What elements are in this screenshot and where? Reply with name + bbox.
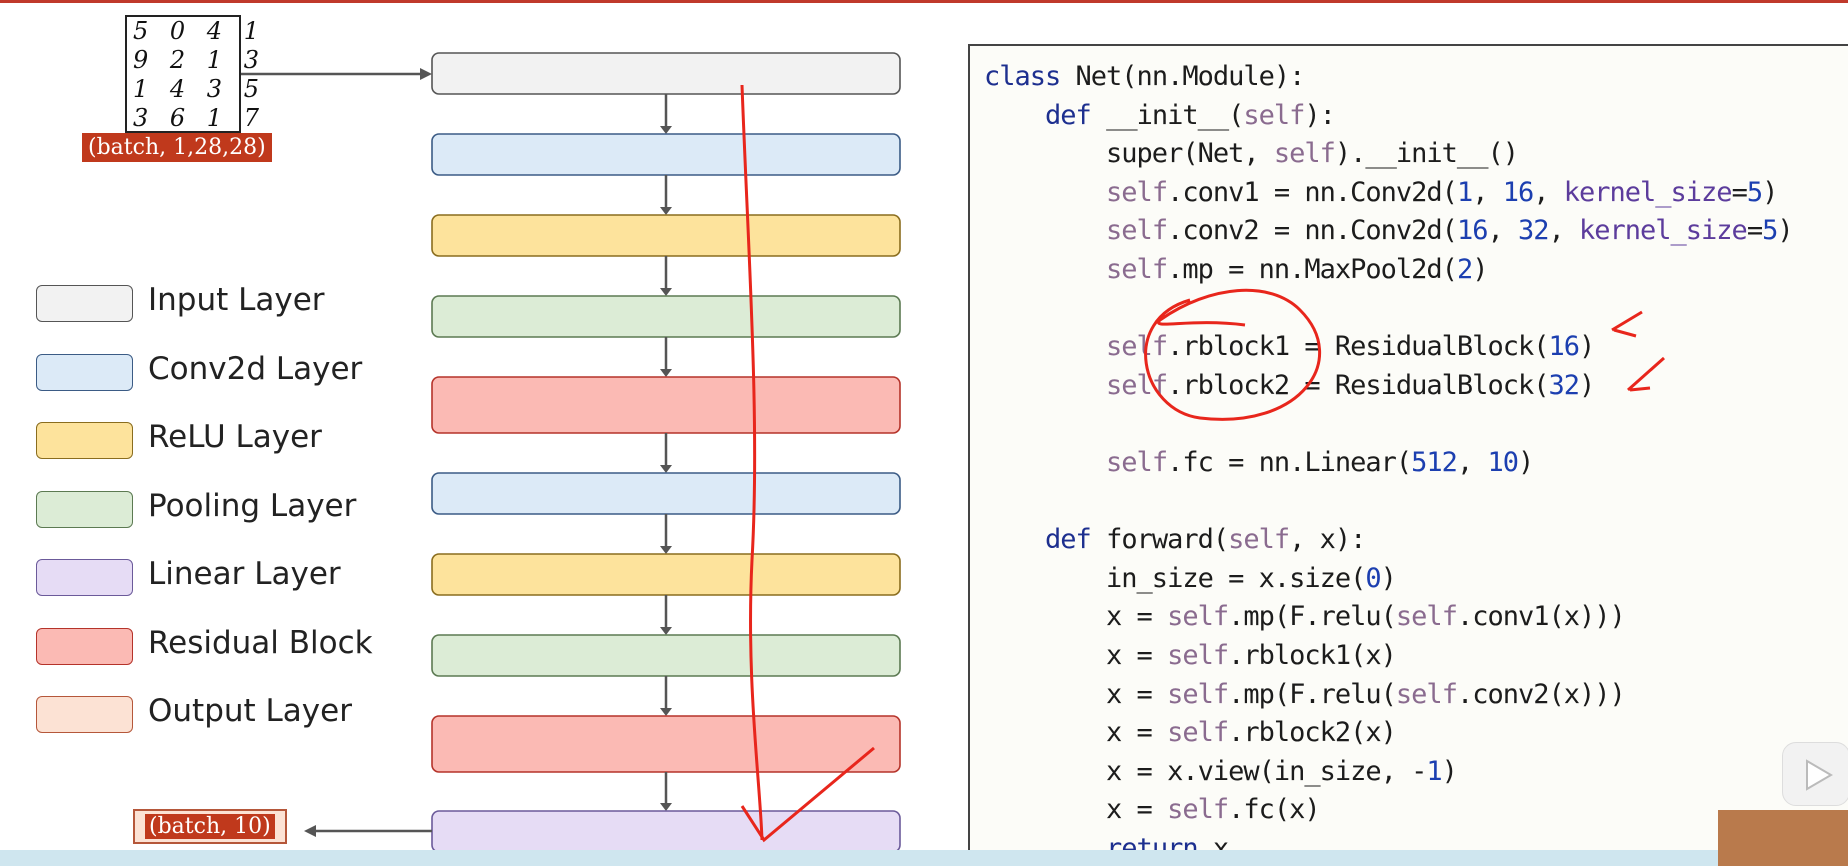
layer-box (431, 295, 901, 338)
legend-swatch (36, 559, 133, 596)
code-line: self.mp = nn.MaxPool2d(2) (1106, 253, 1488, 285)
flow-arrowhead (660, 207, 672, 215)
code-line: x = self.fc(x) (984, 794, 1321, 826)
code-line: x = self.rblock2(x) (984, 717, 1397, 749)
bottom-strip (0, 850, 1848, 866)
play-icon (1806, 759, 1833, 791)
legend-swatch (36, 490, 133, 528)
legend-swatch (36, 696, 133, 733)
flow-arrowhead (660, 126, 672, 134)
legend-swatch (36, 353, 133, 391)
code-listing: class Net(nn.Module): def __init__(self)… (984, 58, 1794, 868)
input-arrowhead (420, 68, 432, 80)
code-line: def __init__(self): (1045, 99, 1336, 131)
layer-box (431, 133, 901, 176)
legend-label: Residual Block (148, 624, 373, 661)
layer-box (431, 52, 901, 95)
video-thumbnail (1718, 810, 1848, 866)
code-line: self.conv2 = nn.Conv2d(16, 32, kernel_si… (1106, 215, 1794, 247)
layer-box (431, 214, 901, 257)
code-line: x = self.mp(F.relu(self.conv2(x))) (984, 678, 1626, 710)
flow-arrowhead (660, 369, 672, 377)
flow-arrowhead (660, 288, 672, 296)
code-line: def forward(self, x): (1045, 524, 1366, 556)
layer-box (431, 715, 901, 773)
legend-label: Pooling Layer (148, 487, 357, 524)
layer-box (431, 810, 901, 853)
legend-swatch (36, 627, 133, 665)
legend-label: Output Layer (148, 693, 352, 729)
flow-arrowhead (660, 465, 672, 473)
code-line: self.rblock2 = ResidualBlock(32) (1106, 369, 1595, 401)
legend-swatch (36, 422, 133, 459)
code-line: x = self.mp(F.relu(self.conv1(x))) (984, 601, 1626, 633)
code-line: super(Net, self).__init__() (984, 138, 1519, 170)
code-line: x = self.rblock1(x) (984, 639, 1397, 671)
output-arrowhead (304, 825, 316, 837)
code-line: x = x.view(in_size, -1) (984, 755, 1458, 787)
flow-arrowhead (660, 627, 672, 635)
layer-box (431, 634, 901, 677)
legend-label: ReLU Layer (148, 419, 322, 455)
layer-box (431, 553, 901, 596)
code-line: class Net(nn.Module): (984, 61, 1305, 92)
legend-label: Conv2d Layer (148, 350, 363, 387)
flow-arrowhead (660, 546, 672, 554)
code-line: self.fc = nn.Linear(512, 10) (1106, 446, 1534, 478)
output-shape-tag: (batch, 10) (133, 809, 287, 844)
code-line: in_size = x.size(0) (984, 562, 1397, 594)
legend-label: Linear Layer (148, 556, 341, 592)
layer-box (431, 376, 901, 434)
code-line: self.conv1 = nn.Conv2d(1, 16, kernel_siz… (1106, 176, 1778, 208)
flow-arrowhead (660, 708, 672, 716)
code-line: self.rblock1 = ResidualBlock(16) (1106, 331, 1595, 363)
flow-arrowhead (660, 803, 672, 811)
play-button[interactable] (1782, 742, 1848, 806)
layer-box (431, 472, 901, 515)
output-shape-text: (batch, 10) (145, 814, 275, 839)
legend-label: Input Layer (148, 282, 325, 318)
legend-swatch (36, 285, 133, 322)
